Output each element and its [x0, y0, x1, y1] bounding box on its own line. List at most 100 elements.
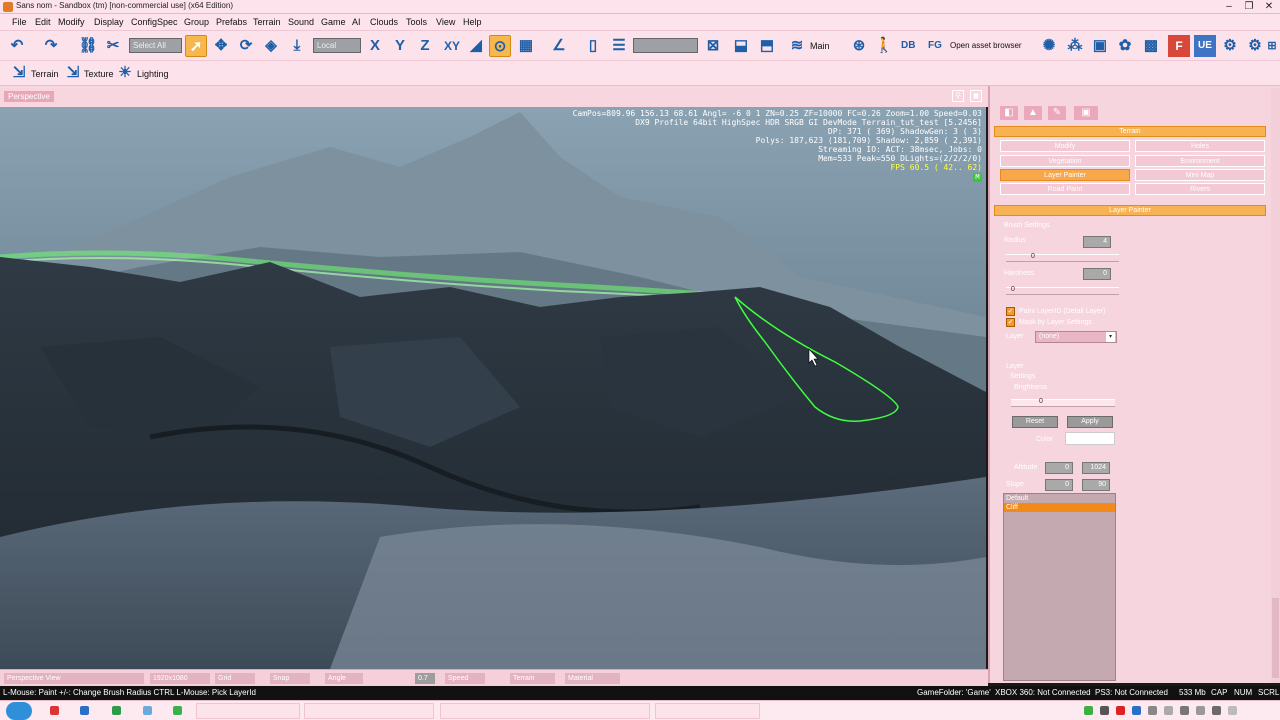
- terrain-field[interactable]: Terrain: [510, 673, 555, 684]
- paint-layerid-checkbox[interactable]: ✓: [1006, 307, 1015, 316]
- tray-update-icon[interactable]: [1132, 706, 1141, 715]
- vegetation-button[interactable]: Vegetation: [1000, 155, 1130, 167]
- menu-modify[interactable]: Modify: [58, 17, 85, 27]
- grid-toggle[interactable]: Grid: [215, 673, 255, 684]
- hardness-input[interactable]: 0: [1083, 268, 1111, 280]
- road-paint-button[interactable]: Road Paint: [1000, 183, 1130, 195]
- radius-slider[interactable]: 0: [1006, 253, 1119, 262]
- grid-icon[interactable]: ▦: [515, 35, 537, 57]
- taskbar-window-browser[interactable]: [440, 703, 650, 719]
- texture-browser-icon[interactable]: ▩: [1140, 35, 1162, 57]
- color-swatch[interactable]: [1065, 432, 1115, 445]
- axis-xy-button[interactable]: XY: [440, 35, 464, 57]
- snap-object-icon[interactable]: ⊙: [489, 35, 511, 57]
- taskbar-app-icon[interactable]: [50, 706, 59, 715]
- material-field[interactable]: Material: [565, 673, 620, 684]
- link-icon[interactable]: ⛓: [77, 35, 99, 57]
- tray-volume-icon[interactable]: [1100, 706, 1109, 715]
- axis-z-button[interactable]: Z: [414, 35, 436, 57]
- layer-list[interactable]: Default Cliff: [1003, 493, 1116, 681]
- coord-system-dropdown[interactable]: Local: [313, 38, 361, 53]
- tray-keyboard-icon[interactable]: [1164, 706, 1173, 715]
- layer-painter-header[interactable]: Layer Painter: [994, 205, 1266, 216]
- named-selection-dropdown[interactable]: [633, 38, 698, 53]
- material-editor-icon[interactable]: ✿: [1114, 35, 1136, 57]
- ui-editor-icon[interactable]: UE: [1194, 35, 1216, 57]
- terrain-section-header[interactable]: Terrain: [994, 126, 1266, 137]
- mask-by-layer-checkbox[interactable]: ✓: [1006, 318, 1015, 327]
- taskbar-window-recorder[interactable]: [655, 703, 760, 719]
- rivers-button[interactable]: Rivers: [1135, 183, 1265, 195]
- taskbar-window-sandbox[interactable]: [196, 703, 300, 719]
- tray-display-icon[interactable]: [1180, 706, 1189, 715]
- layer-painter-button[interactable]: Layer Painter: [1000, 169, 1130, 181]
- menu-group[interactable]: Group: [184, 17, 209, 27]
- hardness-slider[interactable]: 0: [1006, 286, 1119, 295]
- maximize-button[interactable]: ❐: [1240, 0, 1258, 14]
- layer-list-item-cliff[interactable]: Cliff: [1004, 503, 1115, 512]
- save-selection-icon[interactable]: ⬓: [730, 35, 752, 57]
- menu-terrain[interactable]: Terrain: [253, 17, 281, 27]
- select-tool-icon[interactable]: ➚: [185, 35, 207, 57]
- terrain-tab-icon[interactable]: ▲: [1024, 106, 1042, 120]
- tray-audio-icon[interactable]: [1212, 706, 1221, 715]
- altitude-min-input[interactable]: 0: [1045, 462, 1073, 474]
- taskbar-word-icon[interactable]: [80, 706, 89, 715]
- undo-icon[interactable]: ↶: [6, 35, 28, 57]
- axis-y-button[interactable]: Y: [389, 35, 411, 57]
- redo-icon[interactable]: ↷: [40, 35, 62, 57]
- taskbar-window-explorer[interactable]: [304, 703, 434, 719]
- objects-tab-icon[interactable]: ◧: [1000, 106, 1018, 120]
- viewport-options-icon[interactable]: ⚲: [952, 90, 964, 102]
- menu-prefabs[interactable]: Prefabs: [216, 17, 247, 27]
- lighting-button[interactable]: Lighting: [137, 69, 169, 79]
- reset-button[interactable]: Reset: [1012, 416, 1058, 428]
- tray-power-icon[interactable]: [1196, 706, 1205, 715]
- selection-dropdown[interactable]: Select All: [129, 38, 182, 53]
- load-selection-icon[interactable]: ⬒: [756, 35, 778, 57]
- taskbar-explorer-icon[interactable]: [143, 706, 152, 715]
- radius-input[interactable]: 4: [1083, 236, 1111, 248]
- menu-sound[interactable]: Sound: [288, 17, 314, 27]
- menu-game[interactable]: Game: [321, 17, 346, 27]
- taskbar-chrome-icon[interactable]: [112, 706, 121, 715]
- view-mode-field[interactable]: Perspective View: [4, 673, 144, 684]
- menu-help[interactable]: Help: [463, 17, 482, 27]
- open-asset-browser-button[interactable]: Open asset browser: [950, 41, 1022, 50]
- axis-x-button[interactable]: X: [364, 35, 386, 57]
- texture-button[interactable]: Texture: [84, 69, 114, 79]
- environment-button[interactable]: Environment: [1135, 155, 1265, 167]
- rotate-tool-icon[interactable]: ⟳: [235, 35, 257, 57]
- menu-display[interactable]: Display: [94, 17, 124, 27]
- unlink-icon[interactable]: ✂: [102, 35, 124, 57]
- menu-edit[interactable]: Edit: [35, 17, 51, 27]
- tray-flag-icon[interactable]: [1148, 706, 1157, 715]
- move-tool-icon[interactable]: ✥: [210, 35, 232, 57]
- settings-gear-icon[interactable]: ⚙: [1219, 35, 1241, 57]
- facial-editor-icon[interactable]: F: [1168, 35, 1190, 57]
- toolbar-overflow-icon[interactable]: ⊞: [1265, 35, 1279, 57]
- start-button-icon[interactable]: [6, 702, 32, 720]
- tray-antivirus-icon[interactable]: [1116, 706, 1125, 715]
- current-layer-label[interactable]: Main: [810, 41, 830, 51]
- particles-icon[interactable]: ⁂: [1064, 35, 1086, 57]
- modeling-tab-icon[interactable]: ✎: [1048, 106, 1066, 120]
- menu-view[interactable]: View: [436, 17, 455, 27]
- flowgraph-button[interactable]: FG: [928, 40, 942, 51]
- layer-dropdown[interactable]: (none) ▾: [1035, 331, 1117, 343]
- mini-map-button[interactable]: Mini Map: [1135, 169, 1265, 181]
- brain-icon[interactable]: ✺: [1038, 35, 1060, 57]
- apply-button[interactable]: Apply: [1067, 416, 1113, 428]
- terrain-button[interactable]: Terrain: [31, 69, 59, 79]
- angle-value-field[interactable]: 0.7: [415, 673, 435, 684]
- scale-tool-icon[interactable]: ◈: [260, 35, 282, 57]
- terrain-follow-icon[interactable]: ◢: [465, 35, 487, 57]
- layers-icon[interactable]: ≋: [786, 35, 808, 57]
- 3d-viewport[interactable]: CamPos=809.96 156.13 68.61 Angl= -6 0 1 …: [0, 107, 986, 669]
- menu-ai[interactable]: AI: [352, 17, 361, 27]
- character-editor-icon[interactable]: ▣: [1089, 35, 1111, 57]
- display-tab-icon[interactable]: ▣: [1074, 106, 1098, 120]
- ruler-icon[interactable]: ▯: [582, 35, 604, 57]
- snap-to-terrain-icon[interactable]: ⤓: [286, 35, 308, 57]
- menu-tools[interactable]: Tools: [406, 17, 427, 27]
